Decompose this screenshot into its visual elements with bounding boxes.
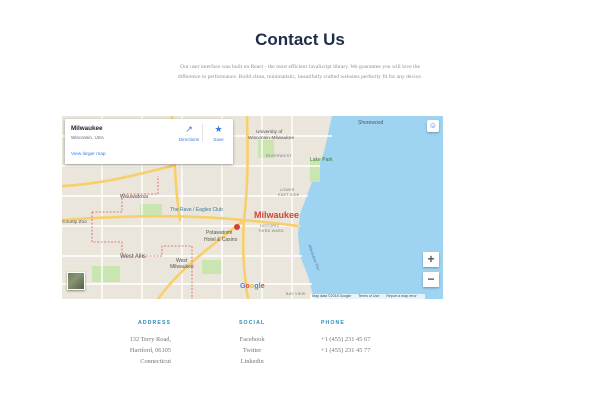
map-park xyxy=(140,204,162,216)
place-name: Milwaukee xyxy=(71,125,103,132)
address-heading: ADDRESS xyxy=(138,320,172,326)
social-heading: SOCIAL xyxy=(239,320,266,326)
phone-number[interactable]: +1 (455) 231 45 77 xyxy=(321,345,370,356)
intro-text: Our user interface was built on React - … xyxy=(104,62,496,82)
poi-label: Potawatomi xyxy=(206,230,233,236)
suburb-label: Milwaukee xyxy=(170,264,194,270)
embedded-map[interactable]: Milwaukee Shorewood University of Wiscon… xyxy=(62,116,443,299)
city-center-dot xyxy=(234,224,240,230)
university-label: Wisconsin-Milwaukee xyxy=(248,136,295,141)
google-logo: Google xyxy=(240,283,265,290)
address-line: Connecticut xyxy=(140,358,172,365)
suburb-label: Wauwatosa xyxy=(120,194,148,200)
page-title: Contact Us xyxy=(255,30,345,49)
google-logo-letter: e xyxy=(260,283,265,290)
neighborhood-label: RIVERWEST xyxy=(266,154,293,158)
intro-line: difference in performance. Build clean, … xyxy=(177,74,423,80)
shorewood-label: Shorewood xyxy=(358,120,384,126)
university-label: University of xyxy=(256,130,283,135)
city-map-label: Milwaukee xyxy=(254,210,300,220)
address-column: ADDRESS 132 Terry Road, Hartford, 06105 … xyxy=(126,320,172,367)
zoom-in-button[interactable]: + xyxy=(423,252,439,267)
social-column: SOCIAL Facebook Twitter Linkedin xyxy=(239,320,265,367)
satellite-toggle-button[interactable] xyxy=(67,272,85,290)
address-line: Hartford, 06105 xyxy=(129,347,172,354)
facebook-link[interactable]: Facebook xyxy=(239,334,265,345)
neighborhood-label: THIRD WARD xyxy=(258,229,284,233)
terms-of-use-link[interactable]: Terms of Use xyxy=(358,294,379,298)
map-data-credit: Map data ©2018 Google xyxy=(312,294,352,298)
directions-icon: ↗ xyxy=(185,124,193,134)
address-line: 132 Terry Road, xyxy=(129,336,172,343)
street-view-pegman-icon[interactable]: ☺ xyxy=(427,120,439,132)
report-map-error-link[interactable]: Report a map error xyxy=(386,294,416,298)
map-attribution: Map data ©2018 Google Terms of Use Repor… xyxy=(310,294,425,299)
map-park xyxy=(202,260,222,274)
directions-button[interactable]: ↗ Directions xyxy=(173,124,205,142)
view-larger-map-link[interactable]: View larger map xyxy=(71,152,106,157)
poi-label: County Zoo xyxy=(62,220,87,225)
suburb-label: West Allis xyxy=(120,254,146,260)
phone-number[interactable]: +1 (455) 231 45 67 xyxy=(321,334,370,345)
neighborhood-label: BAY VIEW xyxy=(286,292,306,296)
place-info-card: Milwaukee Wisconsin, USA View larger map… xyxy=(65,119,233,164)
linkedin-link[interactable]: Linkedin xyxy=(239,356,265,367)
poi-label: Hotel & Casino xyxy=(204,237,238,243)
intro-line: Our user interface was built on React - … xyxy=(180,64,420,70)
neighborhood-label: HISTORIC xyxy=(260,224,280,228)
save-button[interactable]: ★ Save xyxy=(202,124,234,142)
phone-column: PHONE +1 (455) 231 45 67 +1 (455) 231 45… xyxy=(321,320,370,356)
neighborhood-label: EAST SIDE xyxy=(278,193,300,197)
directions-label: Directions xyxy=(178,137,200,142)
map-park xyxy=(92,266,120,282)
poi-label: The Rave / Eagles Club xyxy=(170,207,223,213)
map-park xyxy=(310,160,320,182)
save-label: Save xyxy=(213,137,224,142)
twitter-link[interactable]: Twitter xyxy=(239,345,265,356)
save-icon: ★ xyxy=(214,124,223,134)
place-region: Wisconsin, USA xyxy=(71,135,104,140)
zoom-out-button[interactable]: − xyxy=(423,272,439,287)
park-label: Lake Park xyxy=(310,157,333,163)
neighborhood-label: LOWER xyxy=(280,188,295,192)
